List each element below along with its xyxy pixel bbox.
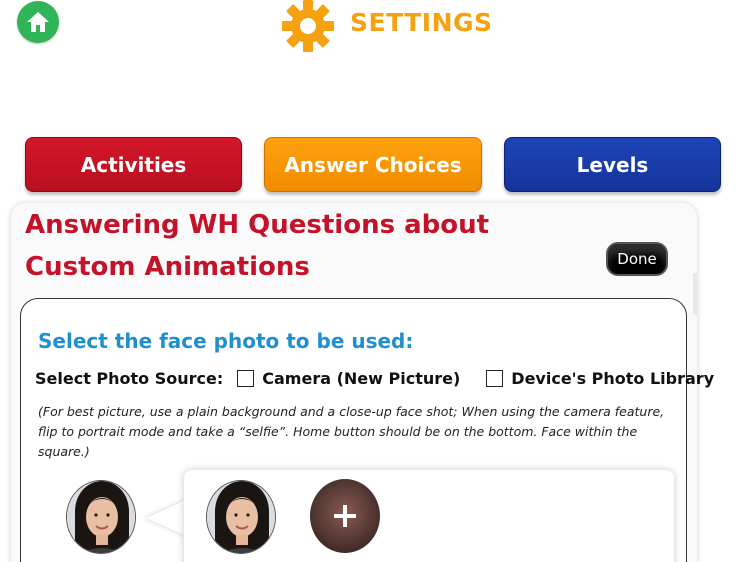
tab-activities[interactable]: Activities [25,137,242,192]
home-button[interactable] [17,1,59,43]
photo-instructions: (For best picture, use a plain backgroun… [38,404,665,459]
photo-source-row: Select Photo Source: Camera (New Picture… [35,365,714,391]
section-heading: Select the face photo to be used: [38,329,414,353]
library-checkbox[interactable] [486,369,504,387]
done-label: Done [617,250,657,268]
camera-option-label[interactable]: Camera (New Picture) [262,369,460,388]
add-photo-button[interactable] [310,479,380,553]
camera-checkbox[interactable] [237,369,255,387]
photo-option-1[interactable] [206,480,276,554]
panel-title-line2: Custom Animations [25,252,310,282]
popover-pointer [146,500,186,536]
home-icon [27,12,49,32]
photo-source-label: Select Photo Source: [35,368,224,388]
library-option-label[interactable]: Device's Photo Library [511,369,714,388]
current-face-avatar[interactable] [66,480,136,554]
done-button[interactable]: Done [606,242,668,276]
face-photo [67,481,135,553]
panel-title: Answering WH Questions about Custom Anim… [25,204,585,288]
plus-icon [334,505,356,527]
panel-divider [693,273,697,315]
tab-levels[interactable]: Levels [504,137,721,192]
tab-label: Levels [576,152,649,177]
tab-label: Activities [80,152,187,177]
gear-icon [282,0,334,52]
tab-answer-choices[interactable]: Answer Choices [264,137,482,192]
tab-label: Answer Choices [284,152,462,177]
page-title: SETTINGS [350,7,493,37]
settings-header: SETTINGS [280,0,493,52]
face-photo [207,481,275,553]
panel-title-line1: Answering WH Questions about [25,210,490,240]
